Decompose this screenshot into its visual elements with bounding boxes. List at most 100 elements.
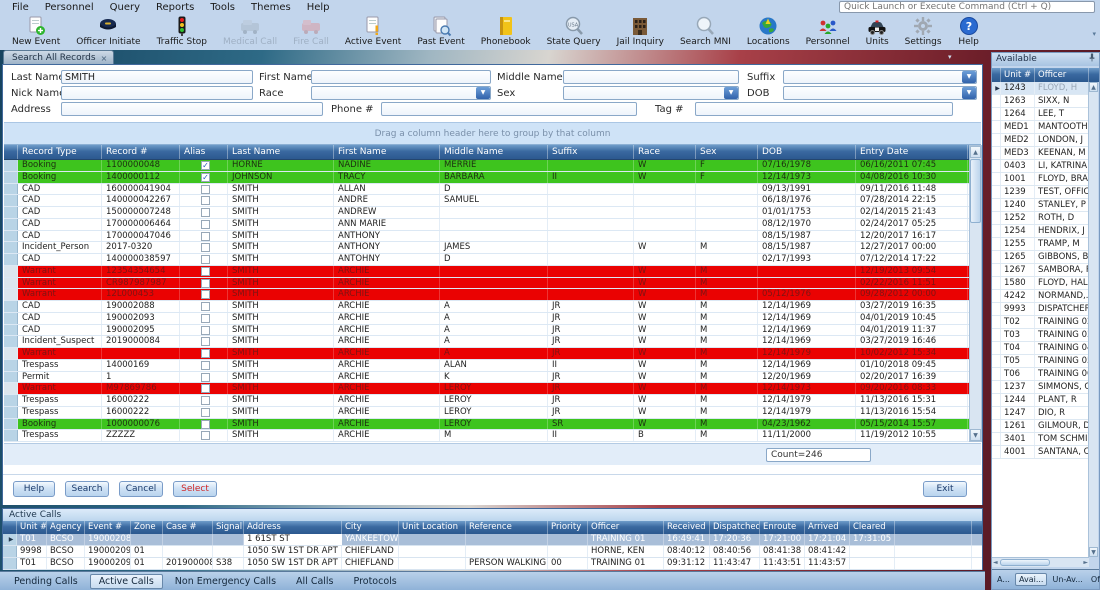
table-row[interactable]: CAD160000041904SMITHALLAND09/13/199109/1… bbox=[4, 184, 981, 196]
alias-checkbox[interactable] bbox=[201, 314, 210, 323]
toolbar-button-phonebook[interactable]: Phonebook bbox=[473, 14, 539, 48]
column-header-record[interactable]: Record # bbox=[102, 145, 180, 159]
unit-row[interactable]: T03TRAINING 03 bbox=[992, 329, 1089, 342]
ac-column-header-dispatched[interactable]: Dispatched bbox=[710, 521, 760, 534]
table-row[interactable]: CAD150000007248SMITHANDREW01/01/175302/1… bbox=[4, 207, 981, 219]
tab-active-calls[interactable]: Active Calls bbox=[90, 574, 163, 589]
ac-column-header-unit-location[interactable]: Unit Location bbox=[399, 521, 466, 534]
menu-item-help[interactable]: Help bbox=[299, 2, 338, 13]
table-row[interactable]: Warrant12L000453SMITHARCHIEWM05/12/19760… bbox=[4, 289, 981, 301]
unit-status-tab-un-av[interactable]: Un-Av... bbox=[1049, 574, 1085, 585]
unit-row[interactable]: MED2LONDON, J bbox=[992, 134, 1089, 147]
unit-row[interactable]: T05TRAINING 05 bbox=[992, 355, 1089, 368]
unit-row[interactable]: 1240STANLEY, P bbox=[992, 199, 1089, 212]
table-row[interactable]: WarrantM97869786SMITHARCHIELEROYJRWM12/1… bbox=[4, 383, 981, 395]
table-row[interactable]: WarrantCR987987987SMITHARCHIEWM02/22/201… bbox=[4, 278, 981, 290]
scroll-down-icon[interactable]: ▼ bbox=[970, 429, 981, 441]
unit-row[interactable]: 1001FLOYD, BRAN... bbox=[992, 173, 1089, 186]
tab-search-all-records[interactable]: Search All Records × bbox=[3, 50, 114, 64]
unit-row[interactable]: T04TRAINING 04 bbox=[992, 342, 1089, 355]
hscroll-right-icon[interactable]: ► bbox=[1083, 559, 1088, 566]
ac-column-header-priority[interactable]: Priority bbox=[548, 521, 588, 534]
unit-status-tab-off[interactable]: Off... bbox=[1088, 574, 1100, 585]
column-header-alias[interactable]: Alias bbox=[180, 145, 228, 159]
units-scroll-up-icon[interactable]: ▲ bbox=[1089, 82, 1098, 92]
toolbar-button-personnel[interactable]: Personnel bbox=[798, 14, 858, 48]
unit-row[interactable]: MED3KEENAN, M bbox=[992, 147, 1089, 160]
unit-status-tab-a[interactable]: A... bbox=[994, 574, 1013, 585]
unit-row[interactable]: 1263SIXX, N bbox=[992, 95, 1089, 108]
unit-row[interactable]: MED1MANTOOTH, R bbox=[992, 121, 1089, 134]
unit-row[interactable]: 4242NORMAND,... bbox=[992, 290, 1089, 303]
toolbar-button-state-query[interactable]: USAState Query bbox=[539, 14, 609, 48]
alias-checkbox[interactable]: ✓ bbox=[201, 161, 210, 170]
unit-row[interactable]: T06TRAINING 06 bbox=[992, 368, 1089, 381]
tab-close-icon[interactable]: × bbox=[101, 54, 108, 63]
alias-checkbox[interactable] bbox=[201, 420, 210, 429]
table-row[interactable]: Warrant12354354654SMITHARCHIEWM12/19/201… bbox=[4, 266, 981, 278]
menu-item-query[interactable]: Query bbox=[102, 2, 148, 13]
unit-row[interactable]: 1239TEST, OFFICER bbox=[992, 186, 1089, 199]
pin-icon[interactable] bbox=[1088, 53, 1096, 67]
units-column-header-unit[interactable]: Unit # bbox=[1001, 68, 1035, 82]
select-button[interactable]: Select bbox=[173, 481, 217, 497]
exit-button[interactable]: Exit bbox=[923, 481, 967, 497]
alias-checkbox[interactable] bbox=[201, 373, 210, 382]
alias-checkbox[interactable] bbox=[201, 326, 210, 335]
table-row[interactable]: CAD170000047046SMITHANTHONY08/15/198712/… bbox=[4, 231, 981, 243]
search-button[interactable]: Search bbox=[65, 481, 109, 497]
table-row[interactable]: CAD170000006464SMITHANN MARIE08/12/19700… bbox=[4, 219, 981, 231]
table-row[interactable]: CAD190002088SMITHARCHIEAJRWM12/14/196903… bbox=[4, 301, 981, 313]
hscroll-left-icon[interactable]: ◄ bbox=[993, 559, 998, 566]
toolbar-button-traffic-stop[interactable]: Traffic Stop bbox=[149, 14, 215, 48]
unit-row[interactable]: T02TRAINING 02 bbox=[992, 316, 1089, 329]
alias-checkbox[interactable] bbox=[201, 243, 210, 252]
suffix-dropdown-icon[interactable]: ▼ bbox=[962, 71, 976, 83]
hscroll-thumb[interactable] bbox=[1000, 559, 1050, 566]
table-row[interactable]: Booking1100000048✓HORNENADINEMERRIEWF07/… bbox=[4, 160, 981, 172]
table-row[interactable]: CAD140000042267SMITHANDRESAMUEL06/18/197… bbox=[4, 195, 981, 207]
toolbar-button-units[interactable]: Units bbox=[858, 14, 897, 48]
alias-checkbox[interactable] bbox=[201, 255, 210, 264]
toolbar-button-locations[interactable]: Locations bbox=[739, 14, 798, 48]
ac-column-header-enroute[interactable]: Enroute bbox=[760, 521, 805, 534]
unit-row[interactable]: 1255TRAMP, M bbox=[992, 238, 1089, 251]
records-grid-vscrollbar[interactable]: ▲ ▼ bbox=[969, 145, 982, 442]
alias-checkbox[interactable] bbox=[201, 185, 210, 194]
column-header-first-name[interactable]: First Name bbox=[334, 145, 440, 159]
suffix-combo[interactable]: ▼ bbox=[783, 70, 977, 84]
ac-column-header-case[interactable]: Case # bbox=[163, 521, 213, 534]
race-combo[interactable]: ▼ bbox=[311, 86, 491, 100]
menu-item-file[interactable]: File bbox=[4, 2, 37, 13]
unit-row[interactable]: 1244PLANT, R bbox=[992, 394, 1089, 407]
toolbar-button-officer-initiate[interactable]: Officer Initiate bbox=[68, 14, 148, 48]
units-column-header-officer[interactable]: Officer bbox=[1035, 68, 1089, 82]
table-row[interactable]: Incident_Suspect2019000084SMITHARCHIEAJR… bbox=[4, 336, 981, 348]
alias-checkbox[interactable] bbox=[201, 232, 210, 241]
column-header-sex[interactable]: Sex bbox=[696, 145, 758, 159]
tab-pending-calls[interactable]: Pending Calls bbox=[6, 575, 86, 588]
sex-combo[interactable]: ▼ bbox=[563, 86, 739, 100]
tag-input[interactable] bbox=[695, 102, 953, 116]
alias-checkbox[interactable]: ✓ bbox=[201, 173, 210, 182]
nick-name-input[interactable] bbox=[61, 86, 253, 100]
table-row[interactable]: CAD140000038597SMITHANTOHNYD02/17/199307… bbox=[4, 254, 981, 266]
column-header-race[interactable]: Race bbox=[634, 145, 696, 159]
ac-column-header-arrived[interactable]: Arrived bbox=[805, 521, 850, 534]
active-call-row[interactable]: T01BCSO190002095012019000087S381050 SW 1… bbox=[3, 558, 982, 570]
middle-name-input[interactable] bbox=[563, 70, 739, 84]
unit-row[interactable]: 1264LEE, T bbox=[992, 108, 1089, 121]
units-scroll-down-icon[interactable]: ▼ bbox=[1089, 547, 1098, 557]
unit-row[interactable]: 4001SANTANA, C bbox=[992, 446, 1089, 459]
alias-checkbox[interactable] bbox=[201, 196, 210, 205]
menu-item-tools[interactable]: Tools bbox=[202, 2, 243, 13]
alias-checkbox[interactable] bbox=[201, 302, 210, 311]
race-dropdown-icon[interactable]: ▼ bbox=[476, 87, 490, 99]
scroll-up-icon[interactable]: ▲ bbox=[970, 146, 981, 158]
ac-column-header-received[interactable]: Received bbox=[664, 521, 710, 534]
column-header-suffix[interactable]: Suffix bbox=[548, 145, 634, 159]
help-button[interactable]: Help bbox=[13, 481, 55, 497]
dob-combo[interactable]: ▼ bbox=[783, 86, 977, 100]
alias-checkbox[interactable] bbox=[201, 208, 210, 217]
ac-column-header-event[interactable]: Event # bbox=[85, 521, 131, 534]
